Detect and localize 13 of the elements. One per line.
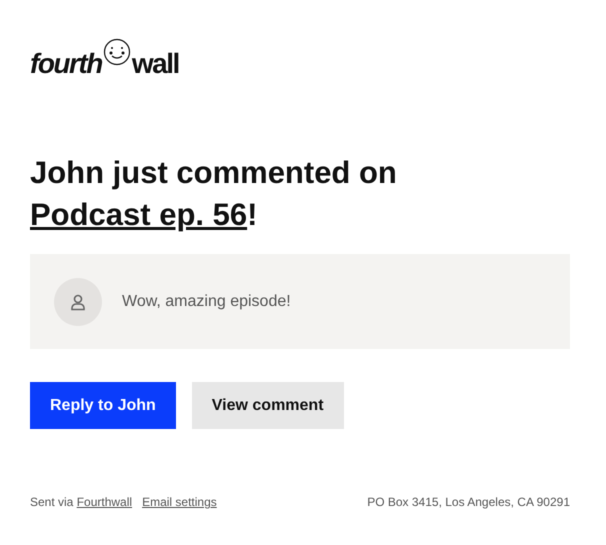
- podcast-link[interactable]: Podcast ep. 56: [30, 197, 248, 232]
- smiley-icon: [102, 38, 131, 68]
- reply-button[interactable]: Reply to John: [30, 382, 176, 429]
- comment-text: Wow, amazing episode!: [122, 292, 291, 310]
- logo-text: wall: [132, 50, 179, 78]
- logo-text: fourth: [30, 50, 102, 78]
- fourthwall-link[interactable]: Fourthwall: [76, 495, 132, 509]
- sent-via-text: Sent via Fourthwall: [30, 495, 132, 509]
- headline: John just commented on Podcast ep. 56!: [30, 154, 398, 234]
- email-settings-link[interactable]: Email settings: [142, 495, 217, 509]
- view-comment-button[interactable]: View comment: [192, 382, 344, 429]
- avatar-icon: [54, 278, 102, 326]
- address-text: PO Box 3415, Los Angeles, CA 90291: [367, 495, 570, 509]
